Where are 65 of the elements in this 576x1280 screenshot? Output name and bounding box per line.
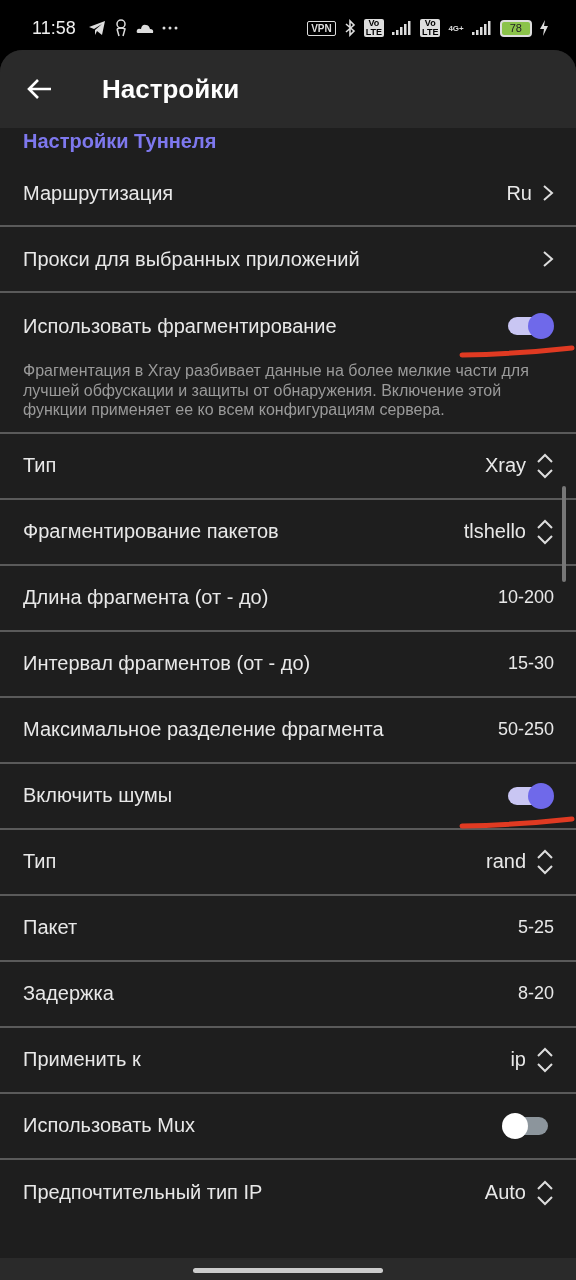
setting-label: Использовать фрагментирование bbox=[23, 314, 338, 338]
settings-row[interactable]: Тип Xray bbox=[0, 433, 576, 500]
setting-value: 10-200 bbox=[497, 587, 554, 608]
page-title: Настройки bbox=[102, 73, 240, 105]
setting-value: Ru bbox=[506, 181, 532, 205]
up-down-chevron-icon bbox=[536, 1045, 554, 1074]
setting-label: Прокси для выбранных приложений bbox=[23, 247, 361, 271]
setting-label: Максимальное разделение фрагмента bbox=[23, 718, 385, 741]
setting-label: Включить шумы bbox=[23, 784, 174, 807]
setting-label: Тип bbox=[23, 850, 58, 873]
up-down-chevron-icon bbox=[536, 847, 554, 876]
setting-value: rand bbox=[485, 850, 526, 873]
description-text: Фрагментация в Xray разбивает данные на более мелкие части для лучшей обфускации и защиты от обнаружения. Включение этой функции применяет ее ко всем конфигурациям сервера. bbox=[0, 359, 576, 434]
signal-icon bbox=[392, 21, 413, 35]
setting-label: Предпочтительный тип IP bbox=[23, 1181, 264, 1204]
more-icon bbox=[161, 26, 178, 30]
settings-row[interactable]: Задержка 8-20 bbox=[0, 961, 576, 1028]
setting-value: Auto bbox=[484, 1181, 526, 1204]
battery-level: 78 bbox=[499, 19, 532, 37]
settings-row[interactable]: Использовать Mux bbox=[0, 1093, 576, 1160]
setting-label: Использовать Mux bbox=[23, 1114, 197, 1137]
volte-badge: Vo LTE bbox=[363, 19, 385, 37]
vpn-badge: VPN bbox=[307, 20, 336, 36]
setting-label: Тип bbox=[23, 454, 58, 477]
settings-row[interactable]: Пакет 5-25 bbox=[0, 895, 576, 962]
up-down-chevron-icon bbox=[536, 517, 554, 546]
setting-label: Маршрутизация bbox=[23, 181, 175, 205]
paper-plane-icon bbox=[87, 20, 106, 36]
network-type: 4G+ bbox=[448, 23, 464, 33]
setting-label: Интервал фрагментов (от - до) bbox=[23, 652, 312, 675]
setting-label: Задержка bbox=[23, 982, 115, 1005]
setting-value: 50-250 bbox=[497, 719, 554, 740]
settings-row[interactable]: Применить к ip bbox=[0, 1027, 576, 1094]
figure-icon bbox=[113, 19, 128, 37]
section-heading: Настройки Туннеля bbox=[22, 129, 218, 154]
setting-value: tlshello bbox=[463, 520, 526, 543]
chevron-right-icon bbox=[542, 250, 554, 268]
settings-row[interactable]: Предпочтительный тип IP Auto bbox=[0, 1159, 576, 1226]
volte-badge: Vo LTE bbox=[420, 19, 441, 37]
back-arrow-icon[interactable] bbox=[26, 78, 52, 100]
cloud-icon bbox=[135, 23, 154, 33]
up-down-chevron-icon bbox=[536, 1178, 554, 1207]
setting-value: 15-30 bbox=[507, 653, 554, 674]
settings-row[interactable]: Интервал фрагментов (от - до) 15-30 bbox=[0, 631, 576, 698]
setting-value: Xray bbox=[484, 454, 526, 477]
setting-value: 5-25 bbox=[517, 917, 554, 938]
settings-row[interactable]: Тип rand bbox=[0, 829, 576, 896]
setting-value: ip bbox=[510, 1048, 526, 1071]
setting-label: Длина фрагмента (от - до) bbox=[23, 586, 270, 609]
setting-value: 8-20 bbox=[517, 983, 554, 1004]
setting-label: Пакет bbox=[23, 916, 79, 939]
settings-row[interactable]: Прокси для выбранных приложений bbox=[0, 227, 576, 293]
settings-row[interactable]: Использовать фрагментирование bbox=[0, 293, 576, 359]
chevron-right-icon bbox=[542, 184, 554, 202]
bluetooth-icon bbox=[343, 19, 356, 37]
setting-label: Применить к bbox=[23, 1048, 142, 1071]
setting-label: Фрагментирование пакетов bbox=[23, 520, 280, 543]
signal-icon bbox=[471, 21, 492, 35]
charging-icon bbox=[540, 20, 548, 36]
clock-time: 11:58 bbox=[32, 17, 76, 39]
settings-row[interactable]: Маршрутизация Ru bbox=[0, 161, 576, 227]
settings-row[interactable]: Длина фрагмента (от - до) 10-200 bbox=[0, 565, 576, 632]
settings-row[interactable]: Максимальное разделение фрагмента 50-250 bbox=[0, 697, 576, 764]
up-down-chevron-icon bbox=[536, 451, 554, 480]
settings-row[interactable]: Включить шумы bbox=[0, 763, 576, 830]
